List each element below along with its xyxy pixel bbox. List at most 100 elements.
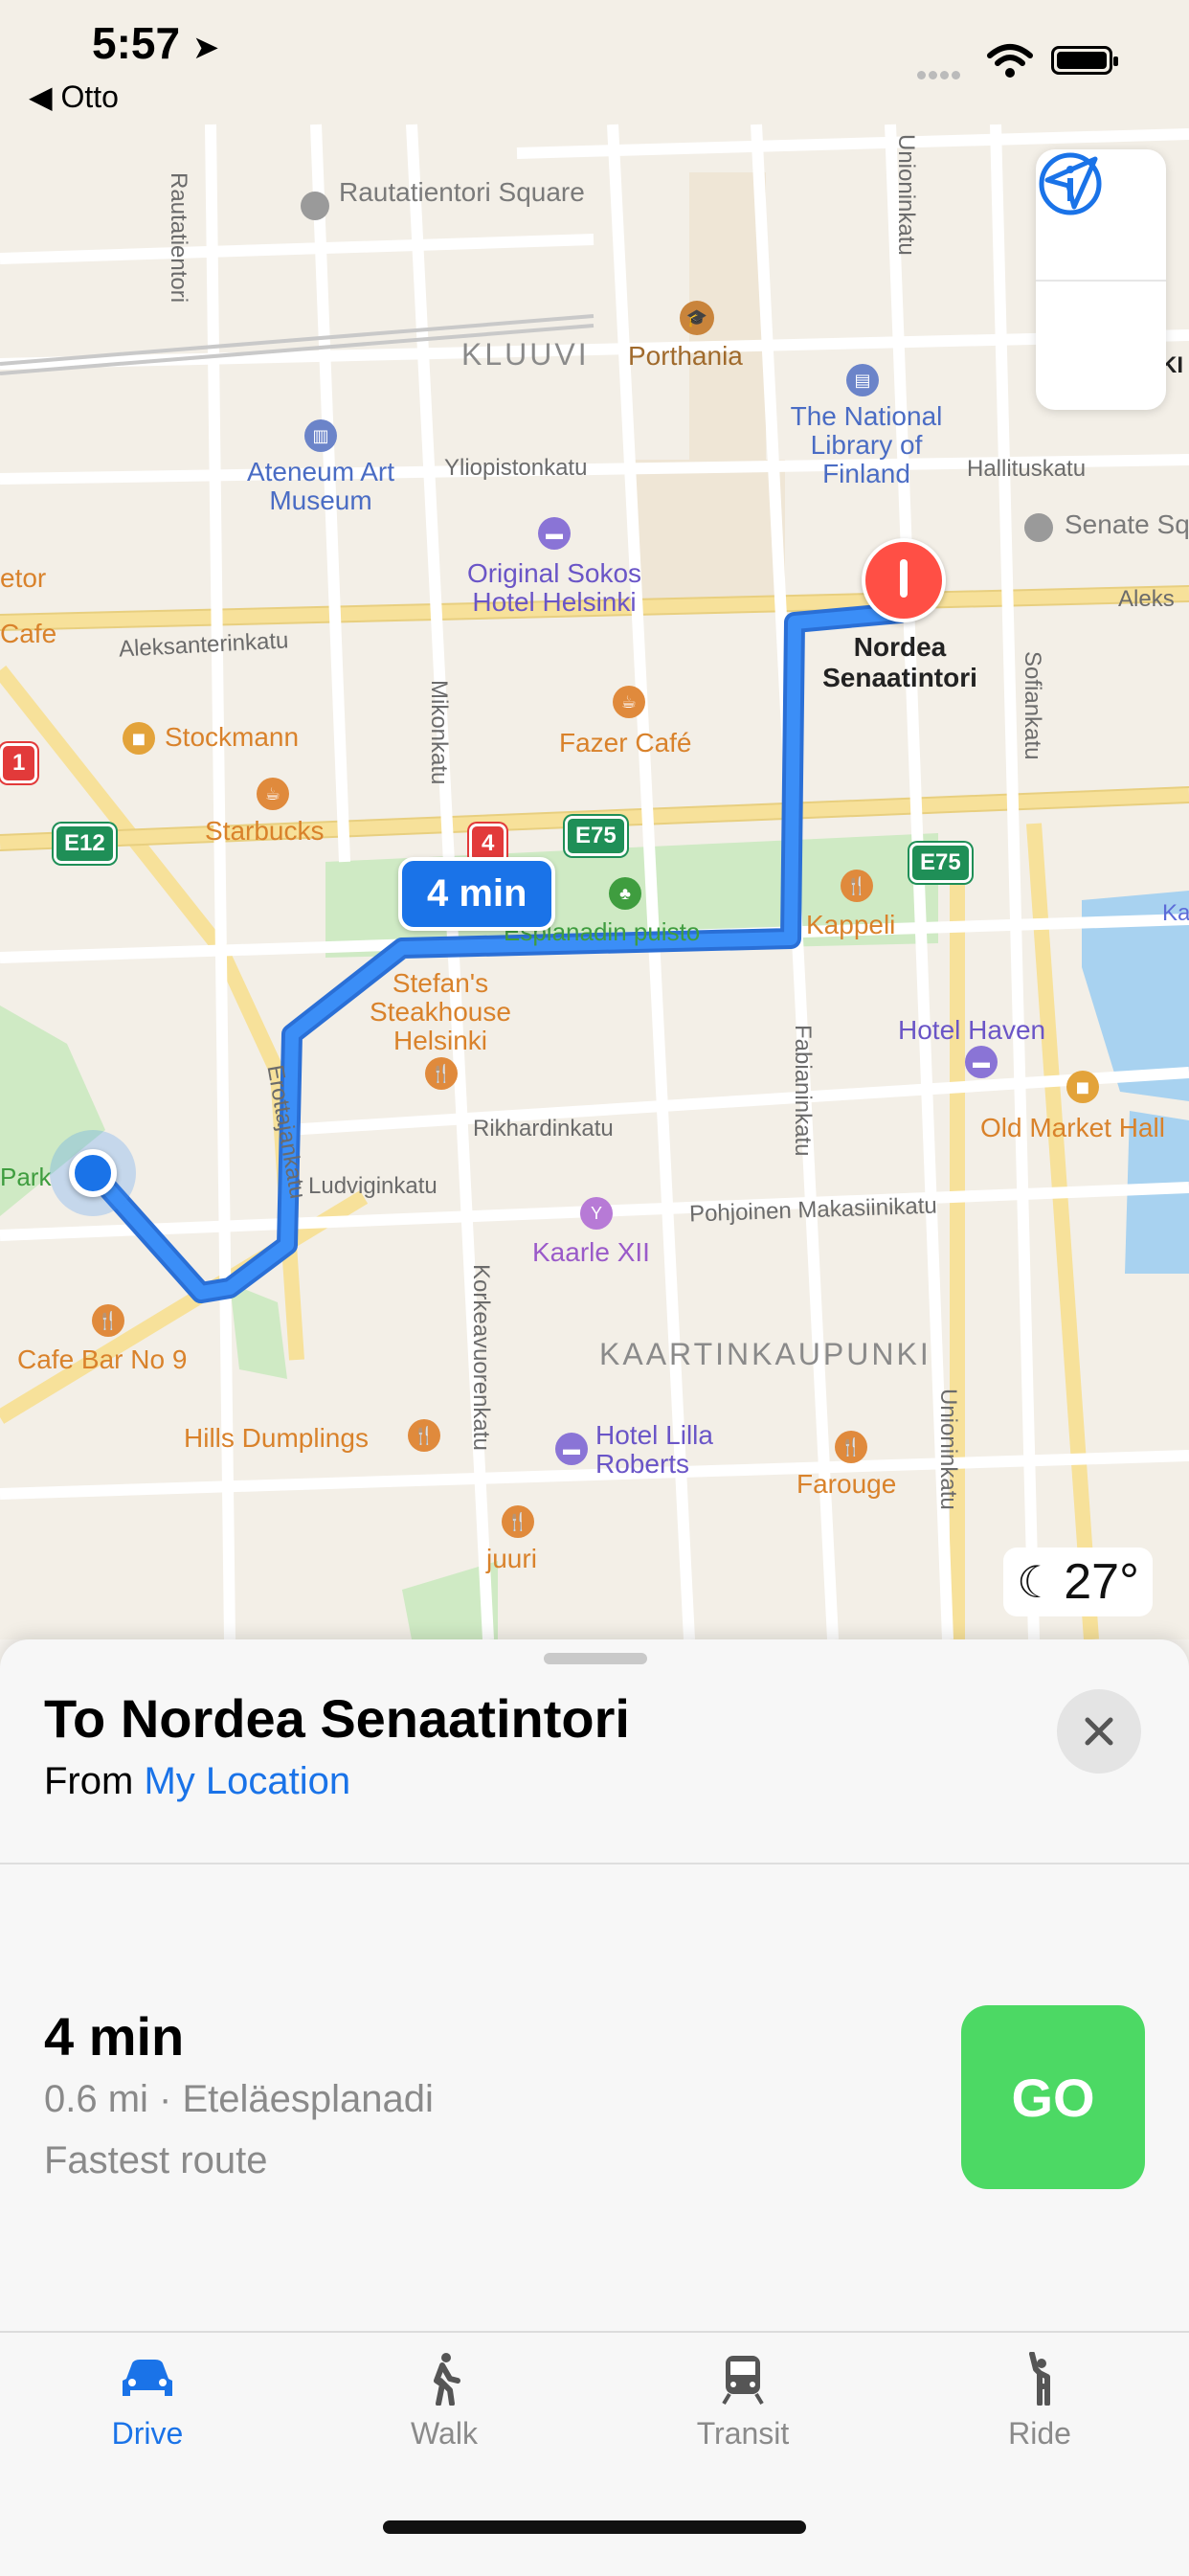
park-label: Park — [0, 1163, 52, 1191]
street-label: Rikhardinkatu — [473, 1116, 614, 1141]
street-label: Yliopistonkatu — [444, 455, 588, 481]
street-label: Aleks — [1118, 586, 1175, 612]
divider — [0, 1863, 1189, 1864]
road-shield-e75: E75 — [909, 843, 972, 883]
restaurant-icon: 🍴 — [92, 1304, 124, 1337]
poi-ateneum[interactable]: Ateneum Art Museum — [236, 458, 406, 515]
shopping-bag-icon: ◼ — [1066, 1071, 1099, 1103]
poi-hotel-lilla-roberts[interactable]: Hotel Lilla Roberts — [595, 1421, 749, 1479]
street-label: Hallituskatu — [967, 456, 1087, 482]
poi-hotel-haven[interactable]: Hotel Haven — [898, 1015, 1045, 1046]
poi-fragment: Ka — [1162, 900, 1189, 926]
shopping-bag-icon: ◼ — [123, 722, 155, 755]
tab-ride-label: Ride — [1008, 2416, 1071, 2451]
from-prefix: From — [44, 1760, 145, 1802]
poi-kaarle-xii[interactable]: Kaarle XII — [532, 1237, 650, 1268]
status-time: 5:57 ➤ — [92, 17, 219, 69]
my-location-link[interactable]: My Location — [144, 1760, 350, 1802]
poi-juuri[interactable]: juuri — [486, 1544, 537, 1574]
museum-icon: ▥ — [304, 419, 337, 452]
poi-stockmann[interactable]: Stockmann — [165, 722, 299, 753]
poi-farouge[interactable]: Farouge — [796, 1469, 896, 1500]
restaurant-icon: 🍴 — [841, 870, 873, 902]
signal-icon — [917, 67, 969, 79]
location-services-icon: ➤ — [191, 30, 220, 66]
street-label: Unioninkatu — [893, 134, 919, 256]
destination-label-line2: Senaatintori — [822, 663, 977, 692]
map-controls — [1036, 149, 1166, 410]
street-label: Fabianinkatu — [790, 1025, 816, 1157]
tab-drive-label: Drive — [111, 2416, 184, 2451]
close-button[interactable] — [1057, 1689, 1141, 1774]
poi-cafe-bar-no-9[interactable]: Cafe Bar No 9 — [17, 1344, 187, 1375]
poi-fragment: Cafe — [0, 619, 57, 648]
sheet-grabber[interactable] — [544, 1653, 647, 1664]
poi-stefans-steakhouse[interactable]: Stefan's Steakhouse Helsinki — [345, 969, 536, 1055]
poi-starbucks[interactable]: Starbucks — [205, 816, 325, 847]
cafe-icon: ☕ — [613, 686, 645, 718]
graduation-cap-icon: 🎓 — [680, 301, 714, 335]
poi-national-library[interactable]: The National Library of Finland — [777, 402, 955, 488]
road-shield-e12: E12 — [54, 824, 116, 864]
train-icon — [722, 2356, 764, 2406]
tab-ride[interactable]: Ride — [944, 2351, 1135, 2452]
poi-senate-square[interactable]: Senate Sq — [1065, 509, 1189, 540]
cafe-icon: ☕ — [257, 778, 289, 810]
route-distance: 0.6 mi · Eteläesplanadi — [44, 2078, 434, 2120]
restaurant-icon: 🍴 — [835, 1431, 867, 1463]
walk-icon — [434, 2353, 460, 2407]
back-to-app-button[interactable]: ◀ Otto — [29, 79, 119, 115]
book-icon: ▤ — [846, 364, 879, 396]
street-label: Ludviginkatu — [308, 1173, 437, 1199]
weather-badge: ☾ 27° — [1003, 1548, 1153, 1616]
eta-bubble[interactable]: 4 min — [398, 857, 556, 931]
current-location-icon[interactable] — [69, 1149, 117, 1197]
street-label: Mikonkatu — [426, 680, 452, 785]
tab-transit-label: Transit — [696, 2416, 790, 2451]
poi-fazer-cafe[interactable]: Fazer Café — [559, 728, 692, 758]
street-label: Unioninkatu — [935, 1389, 961, 1510]
poi-old-market-hall[interactable]: Old Market Hall — [980, 1113, 1165, 1143]
destination-pin-icon[interactable] — [862, 538, 946, 622]
restaurant-icon: 🍴 — [425, 1057, 458, 1090]
tab-drive[interactable]: Drive — [52, 2352, 243, 2452]
poi-sokos-hotel[interactable]: Original Sokos Hotel Helsinki — [454, 559, 655, 617]
route-description: Fastest route — [44, 2139, 268, 2181]
directions-sheet: To Nordea Senaatintori From My Location … — [0, 1639, 1189, 2576]
tab-walk[interactable]: Walk — [348, 2352, 540, 2452]
destination-label-line1: Nordea — [853, 632, 947, 662]
road-shield-e75: E75 — [565, 816, 627, 856]
tab-walk-label: Walk — [411, 2416, 478, 2451]
restaurant-icon: 🍴 — [408, 1419, 440, 1452]
map-view[interactable]: Rautatientori Yliopistonkatu Aleksanteri… — [0, 0, 1189, 1639]
status-bar: 5:57 ➤ ◀ Otto — [0, 0, 1189, 124]
cocktail-icon: Y — [580, 1197, 613, 1230]
poi-porthania[interactable]: Porthania — [628, 341, 743, 372]
poi-kappeli[interactable]: Kappeli — [806, 910, 895, 940]
directions-title: To Nordea Senaatintori — [44, 1688, 630, 1749]
location-arrow-icon — [1044, 156, 1098, 210]
landmark-icon — [1024, 513, 1053, 542]
tracking-button[interactable] — [1036, 156, 1166, 412]
bed-icon: ▬ — [555, 1433, 588, 1465]
battery-icon — [1051, 46, 1118, 75]
car-icon — [123, 2360, 172, 2396]
street-label: Korkeavuorenkatu — [468, 1264, 494, 1451]
poi-hills-dumplings[interactable]: Hills Dumplings — [184, 1423, 369, 1454]
street-label: Sofiankatu — [1020, 651, 1045, 760]
poi-rautatientori-square[interactable]: Rautatientori Square — [339, 178, 585, 207]
tree-icon: ♣ — [609, 877, 641, 910]
restaurant-icon: 🍴 — [502, 1505, 534, 1538]
district-label: KLUUVI — [461, 337, 590, 372]
home-indicator[interactable] — [383, 2520, 806, 2534]
go-button[interactable]: GO — [961, 2005, 1145, 2189]
poi-fragment: etor — [0, 563, 47, 593]
moon-icon: ☾ — [1017, 1557, 1057, 1607]
district-label: KAARTINKAUPUNKI — [599, 1337, 931, 1371]
landmark-icon — [301, 192, 329, 220]
destination-label[interactable]: Nordea Senaatintori — [795, 632, 1005, 693]
bed-icon: ▬ — [965, 1046, 998, 1078]
transport-mode-tabbar: Drive Walk Transit Ride — [0, 2331, 1189, 2576]
tab-transit[interactable]: Transit — [647, 2352, 839, 2452]
weather-temperature: 27° — [1064, 1554, 1139, 1610]
